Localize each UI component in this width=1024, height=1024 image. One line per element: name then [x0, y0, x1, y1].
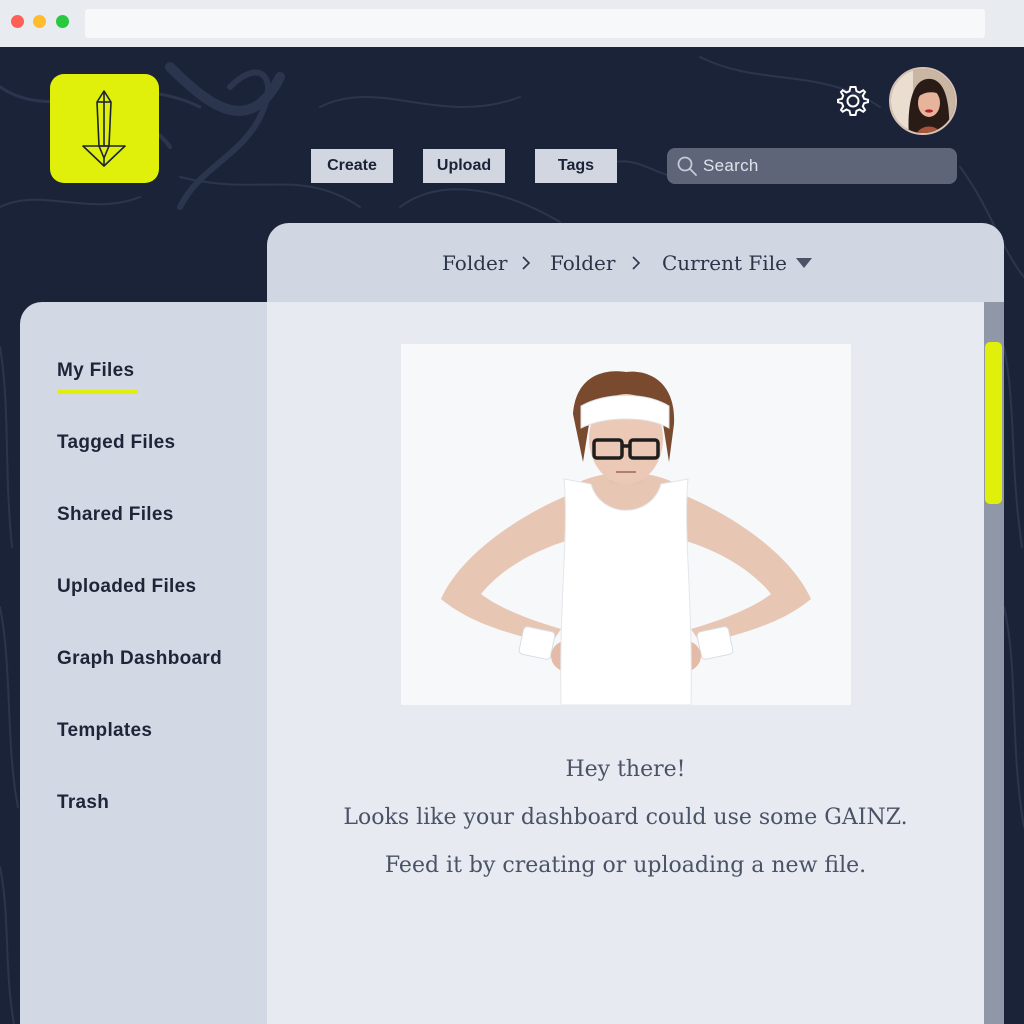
gear-icon — [837, 86, 869, 116]
scrollbar-thumb[interactable] — [985, 342, 1002, 504]
caret-down-icon[interactable] — [793, 256, 815, 270]
sidebar-item-graph-dashboard[interactable]: Graph Dashboard — [57, 648, 222, 670]
empty-state-greeting: Hey there! — [565, 757, 686, 782]
sidebar-item-shared-files[interactable]: Shared Files — [57, 504, 174, 526]
breadcrumb-item[interactable]: Folder — [442, 223, 507, 303]
main-content: Hey there! Looks like your dashboard cou… — [267, 302, 984, 1024]
sidebar-item-trash[interactable]: Trash — [57, 792, 109, 814]
user-avatar[interactable] — [889, 67, 957, 135]
breadcrumb-item[interactable]: Folder — [550, 223, 615, 303]
empty-state-message: Looks like your dashboard could use some… — [343, 805, 908, 830]
chevron-right-icon — [632, 256, 641, 270]
breadcrumb-current[interactable]: Current File — [662, 223, 787, 303]
window-minimize-button[interactable] — [33, 15, 46, 28]
window-close-button[interactable] — [11, 15, 24, 28]
chevron-right-icon — [522, 256, 531, 270]
sidebar-item-uploaded-files[interactable]: Uploaded Files — [57, 576, 196, 598]
search-icon — [677, 156, 697, 176]
scrollbar[interactable] — [984, 302, 1004, 1024]
upload-button[interactable]: Upload — [423, 149, 505, 183]
tags-button[interactable]: Tags — [535, 149, 617, 183]
search-box[interactable] — [667, 148, 957, 184]
sidebar-item-tagged-files[interactable]: Tagged Files — [57, 432, 175, 454]
muscle-man-image — [441, 371, 811, 705]
empty-state-hint: Feed it by creating or uploading a new f… — [384, 853, 867, 878]
active-indicator — [57, 390, 138, 394]
sidebar-item-templates[interactable]: Templates — [57, 720, 152, 742]
app-logo[interactable] — [50, 74, 159, 183]
settings-button[interactable] — [836, 84, 870, 118]
breadcrumb: Folder Folder Current File — [267, 223, 1004, 303]
create-button[interactable]: Create — [311, 149, 393, 183]
empty-state-illustration — [401, 344, 851, 705]
browser-toolbar — [0, 0, 1024, 47]
sword-icon — [82, 90, 126, 167]
sidebar-item-my-files[interactable]: My Files — [57, 360, 134, 382]
sidebar: My Files Tagged Files Shared Files Uploa… — [20, 302, 267, 1024]
app-window: Create Upload Tags Folder Folder Current… — [0, 47, 1024, 1024]
window-maximize-button[interactable] — [56, 15, 69, 28]
search-input[interactable] — [703, 148, 948, 184]
address-bar[interactable] — [85, 9, 985, 38]
